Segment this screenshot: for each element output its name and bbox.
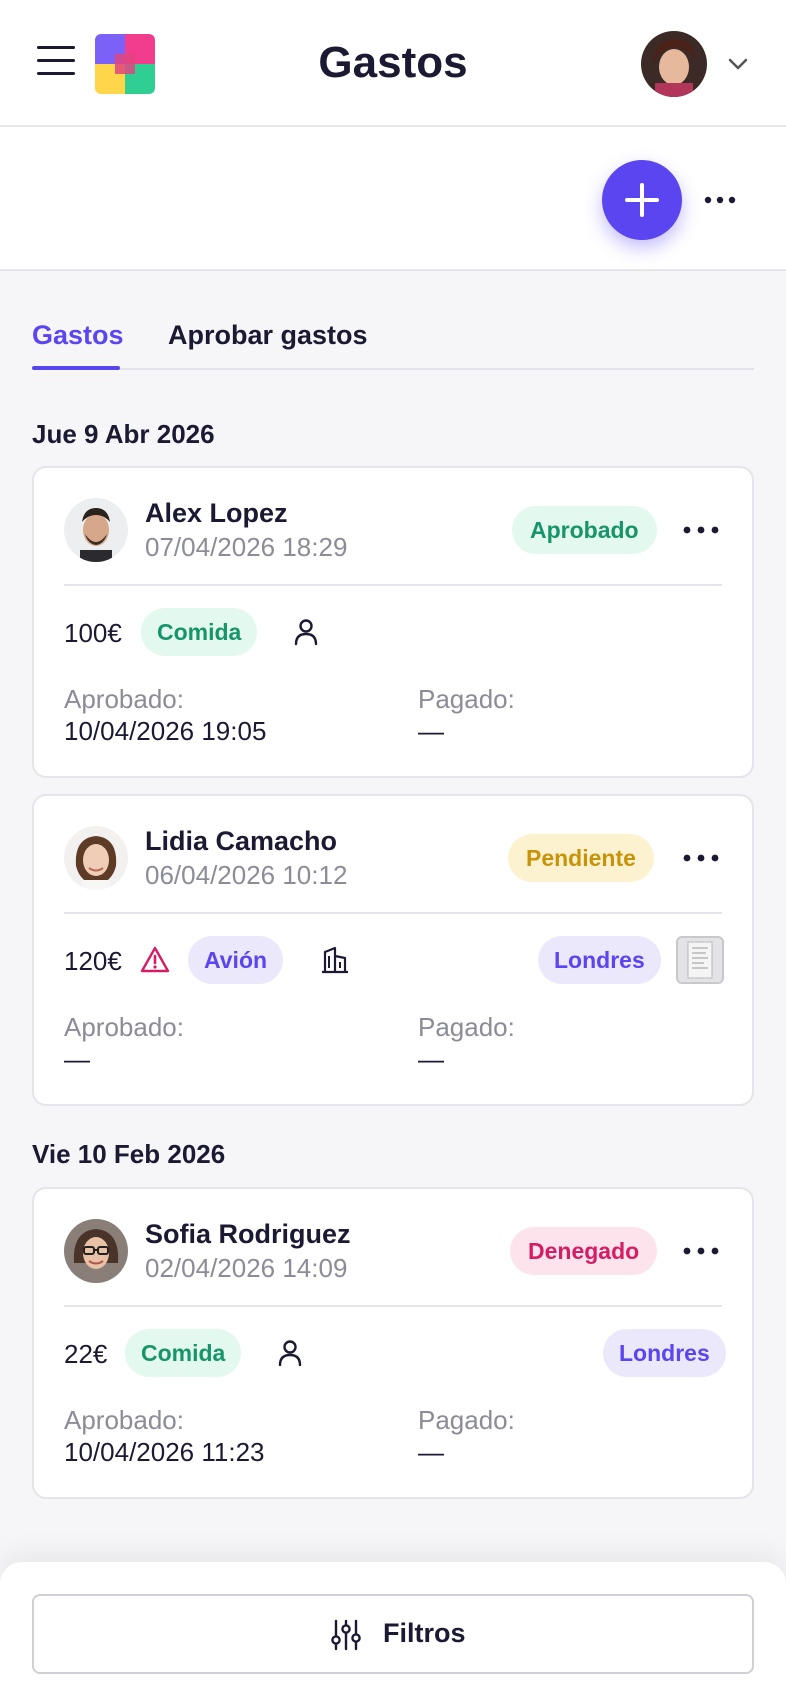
- status-badge: Aprobado: [512, 506, 657, 554]
- expense-card[interactable]: Lidia Camacho 06/04/2026 10:12 Pendiente…: [32, 794, 754, 1106]
- approved-label: Aprobado:: [64, 1012, 184, 1042]
- avatar: [64, 498, 128, 562]
- chevron-down-icon[interactable]: [726, 52, 750, 76]
- more-options-icon[interactable]: [679, 844, 723, 872]
- more-options-icon[interactable]: [679, 1237, 723, 1265]
- date-header: Jue 9 Abr 2026: [32, 419, 215, 449]
- category-pill: Comida: [125, 1329, 242, 1377]
- divider: [64, 1305, 722, 1307]
- expense-amount: 100€: [64, 618, 122, 648]
- status-badge: Pendiente: [508, 834, 654, 882]
- paid-label: Pagado:: [418, 684, 515, 714]
- expense-amount: 22€: [64, 1339, 108, 1369]
- paid-value: —: [418, 1044, 444, 1074]
- filter-sliders-icon: [331, 1619, 361, 1651]
- filters-button[interactable]: Filtros: [32, 1594, 754, 1674]
- expense-datetime: 06/04/2026 10:12: [145, 860, 348, 890]
- more-options-icon[interactable]: [679, 516, 723, 544]
- paid-value: —: [418, 716, 444, 746]
- expense-datetime: 07/04/2026 18:29: [145, 532, 348, 562]
- paid-value: —: [418, 1437, 444, 1467]
- expense-card[interactable]: Alex Lopez 07/04/2026 18:29 Aprobado 100…: [32, 466, 754, 778]
- divider: [64, 584, 722, 586]
- category-pill: Comida: [141, 608, 258, 656]
- warning-icon: [140, 946, 170, 973]
- expense-card[interactable]: Sofia Rodriguez 02/04/2026 14:09 Denegad…: [32, 1187, 754, 1499]
- avatar: [64, 826, 128, 890]
- approved-label: Aprobado:: [64, 1405, 184, 1435]
- filters-label: Filtros: [383, 1618, 466, 1648]
- paid-label: Pagado:: [418, 1405, 515, 1435]
- date-header: Vie 10 Feb 2026: [32, 1139, 226, 1169]
- avatar: [64, 1219, 128, 1283]
- tab-gastos[interactable]: Gastos: [32, 320, 124, 351]
- divider: [64, 912, 722, 914]
- approved-value: —: [64, 1044, 90, 1074]
- expense-amount: 120€: [64, 946, 122, 976]
- more-options-icon[interactable]: [700, 185, 740, 215]
- tab-bar: Gastos Aprobar gastos: [32, 310, 754, 370]
- receipt-thumbnail[interactable]: [676, 936, 724, 984]
- category-pill: Avión: [188, 936, 284, 984]
- approved-label: Aprobado:: [64, 684, 184, 714]
- action-bar: [0, 127, 786, 271]
- employee-name: Sofia Rodriguez: [145, 1219, 351, 1249]
- expense-datetime: 02/04/2026 14:09: [145, 1253, 348, 1283]
- paid-label: Pagado:: [418, 1012, 515, 1042]
- approved-value: 10/04/2026 19:05: [64, 716, 267, 746]
- location-pill: Londres: [603, 1329, 726, 1377]
- top-bar: Gastos: [0, 0, 786, 127]
- active-tab-indicator: [32, 366, 120, 370]
- user-avatar[interactable]: [641, 31, 707, 97]
- location-pill: Londres: [538, 936, 661, 984]
- building-icon: [322, 946, 348, 974]
- status-badge: Denegado: [510, 1227, 658, 1275]
- employee-name: Lidia Camacho: [145, 826, 338, 856]
- approved-value: 10/04/2026 11:23: [64, 1437, 265, 1467]
- add-expense-button[interactable]: [602, 160, 682, 240]
- employee-name: Alex Lopez: [145, 498, 288, 528]
- person-icon: [278, 1340, 302, 1367]
- tab-aprobar-gastos[interactable]: Aprobar gastos: [168, 320, 368, 351]
- bottom-sheet: Filtros: [0, 1562, 786, 1704]
- person-icon: [294, 619, 318, 646]
